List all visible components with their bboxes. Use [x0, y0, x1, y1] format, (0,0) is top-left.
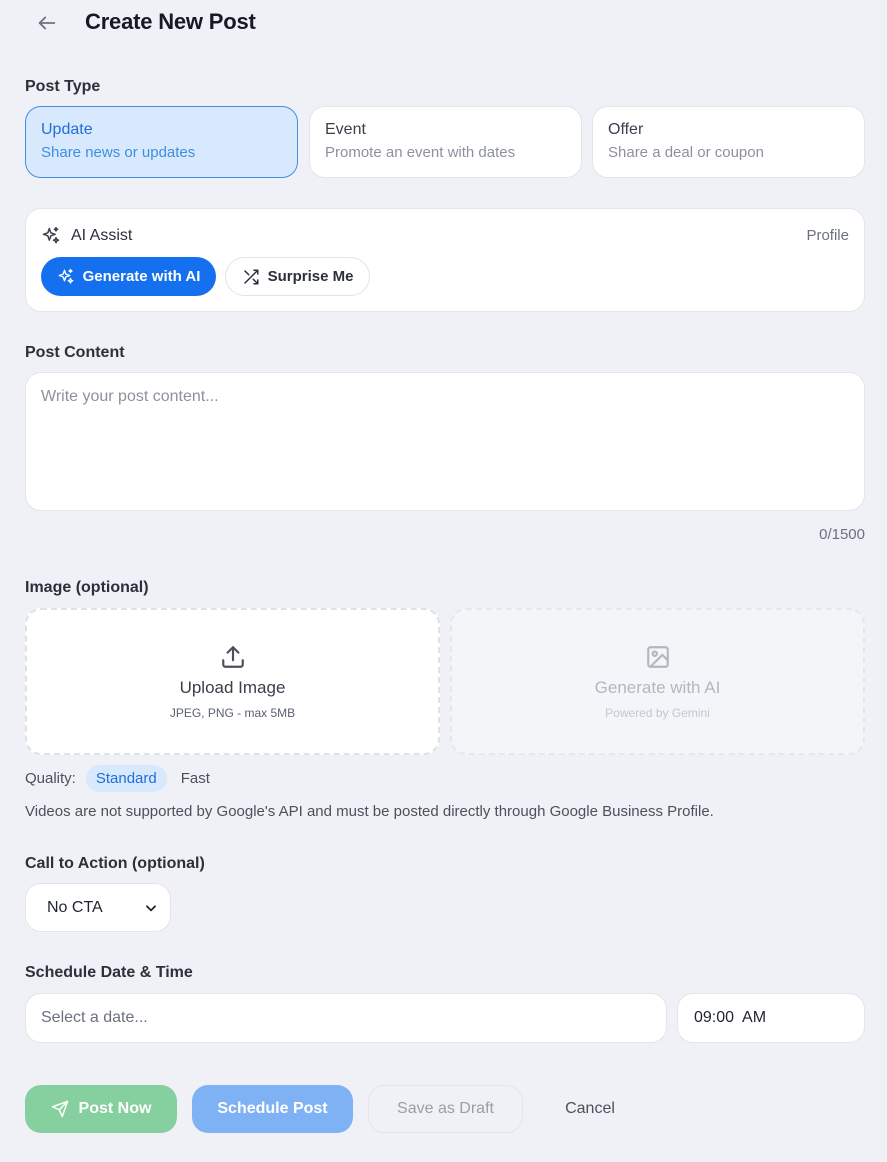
- cta-selected-value: No CTA: [47, 898, 103, 916]
- image-icon: [646, 645, 669, 668]
- video-note: Videos are not supported by Google's API…: [25, 803, 714, 820]
- time-value: 09:00 AM: [694, 1009, 767, 1026]
- profile-link[interactable]: Profile: [806, 227, 849, 244]
- quality-label: Quality:: [25, 770, 76, 787]
- post-now-button[interactable]: Post Now: [25, 1085, 177, 1133]
- generate-image-title: Generate with AI: [594, 677, 721, 697]
- time-input[interactable]: 09:00 AM: [677, 993, 865, 1043]
- upload-icon: [221, 645, 244, 668]
- post-type-subtitle: Promote an event with dates: [325, 144, 516, 161]
- post-type-update[interactable]: Update Share news or updates: [25, 106, 298, 178]
- cta-label: Call to Action (optional): [25, 855, 205, 872]
- post-type-title: Event: [325, 121, 366, 138]
- ai-assist-header: AI Assist: [41, 226, 132, 246]
- upload-image-title: Upload Image: [179, 677, 286, 697]
- surprise-me-button[interactable]: Surprise Me: [225, 257, 370, 296]
- quality-option-standard[interactable]: Standard: [85, 765, 167, 792]
- post-content-label: Post Content: [25, 344, 125, 361]
- char-counter: 0/1500: [819, 526, 865, 543]
- ai-assist-panel: AI Assist Profile Generate with AI Surpr…: [25, 208, 865, 312]
- post-type-subtitle: Share news or updates: [41, 144, 196, 161]
- arrow-left-icon: [38, 16, 56, 30]
- post-type-title: Update: [41, 121, 93, 138]
- page-title: Create New Post: [85, 9, 256, 34]
- send-icon: [51, 1100, 68, 1118]
- sparkles-icon: [42, 226, 60, 244]
- create-post-page: Create New Post Post Type Update Share n…: [0, 0, 887, 1162]
- cta-select[interactable]: No CTA: [25, 883, 171, 932]
- date-input[interactable]: [25, 993, 667, 1043]
- back-button[interactable]: [35, 11, 59, 35]
- chevron-down-icon: [146, 904, 156, 911]
- post-content-textarea[interactable]: [25, 372, 865, 511]
- post-type-event[interactable]: Event Promote an event with dates: [309, 106, 582, 178]
- upload-image-dropzone[interactable]: Upload Image JPEG, PNG - max 5MB: [25, 608, 440, 755]
- post-type-offer[interactable]: Offer Share a deal or coupon: [592, 106, 865, 178]
- post-now-label: Post Now: [78, 1100, 152, 1117]
- cancel-button[interactable]: Cancel: [538, 1085, 642, 1133]
- post-type-subtitle: Share a deal or coupon: [608, 144, 764, 161]
- generate-with-ai-label: Generate with AI: [82, 268, 201, 285]
- surprise-me-label: Surprise Me: [267, 268, 354, 285]
- quality-option-fast[interactable]: Fast: [177, 765, 220, 792]
- generate-image-ai-box: Generate with AI Powered by Gemini: [450, 608, 865, 755]
- generate-image-hint: Powered by Gemini: [605, 705, 710, 720]
- quality-selector: Quality: Standard Fast: [25, 765, 220, 792]
- schedule-label: Schedule Date & Time: [25, 964, 193, 981]
- sparkles-icon: [58, 268, 74, 284]
- post-type-label: Post Type: [25, 78, 101, 95]
- ai-assist-title: AI Assist: [71, 227, 133, 244]
- shuffle-icon: [243, 269, 259, 284]
- image-label: Image (optional): [25, 579, 149, 596]
- save-draft-button[interactable]: Save as Draft: [368, 1085, 523, 1133]
- generate-with-ai-button[interactable]: Generate with AI: [41, 257, 216, 296]
- schedule-post-button[interactable]: Schedule Post: [192, 1085, 353, 1133]
- post-type-title: Offer: [608, 121, 644, 138]
- upload-image-hint: JPEG, PNG - max 5MB: [169, 705, 296, 720]
- page-header: Create New Post: [0, 0, 887, 46]
